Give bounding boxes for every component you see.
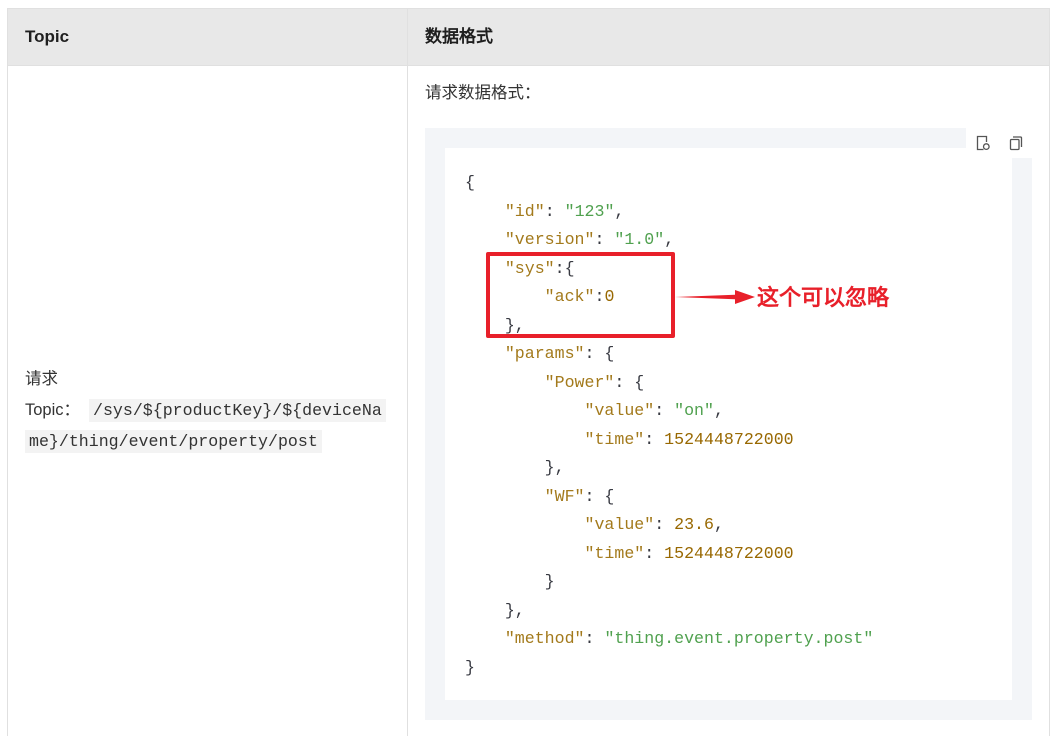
preview-button[interactable]	[966, 128, 999, 158]
code-line: "value": 23.6,	[465, 511, 873, 540]
code-toolbar	[966, 128, 1032, 158]
json-key: "id"	[504, 201, 545, 221]
code-punctuation: : {	[584, 486, 615, 506]
json-key: "value"	[584, 515, 655, 534]
code-line: "value": "on",	[465, 397, 873, 426]
request-format-label: 请求数据格式：	[425, 84, 541, 102]
code-punctuation: :	[594, 230, 615, 249]
preview-icon	[976, 135, 990, 151]
code-punctuation: ,	[713, 515, 724, 534]
json-string: "on"	[674, 401, 714, 420]
code-punctuation: },	[504, 600, 525, 620]
code-punctuation: :	[544, 201, 565, 221]
code-punctuation: :	[654, 515, 675, 534]
json-string: "123"	[564, 201, 615, 221]
code-line: "params": {	[465, 340, 873, 369]
json-number: 1524448722000	[664, 429, 794, 449]
code-punctuation: {	[465, 173, 475, 192]
json-key: "time"	[584, 429, 645, 449]
table-header-row	[8, 9, 1049, 66]
json-string: "1.0"	[614, 230, 665, 249]
code-punctuation: ,	[614, 201, 625, 221]
code-punctuation: : {	[614, 372, 645, 392]
topic-prefix: Topic：	[25, 400, 81, 419]
code-punctuation: : {	[584, 344, 615, 363]
code-line: "version": "1.0",	[465, 226, 873, 255]
json-code-block: { "id": "123", "version": "1.0", "sys":{…	[465, 169, 873, 682]
code-punctuation: ,	[713, 401, 724, 420]
json-key: "Power"	[544, 372, 615, 392]
code-line: },	[465, 454, 873, 483]
code-line: }	[465, 568, 873, 597]
code-punctuation: }	[465, 657, 475, 677]
json-key: "version"	[504, 230, 595, 249]
json-number: 23.6	[674, 515, 714, 534]
header-topic: Topic	[25, 27, 70, 46]
json-key: "value"	[584, 401, 655, 420]
code-line: "time": 1524448722000	[465, 540, 873, 569]
request-topic-cell: 请求 Topic：/sys/${productKey}/${deviceName…	[25, 364, 389, 458]
header-data-format: 数据格式	[425, 27, 493, 46]
code-punctuation: :	[584, 629, 605, 648]
code-punctuation: :	[644, 543, 665, 563]
request-label: 请求	[25, 370, 58, 388]
code-line: "time": 1524448722000	[465, 426, 873, 455]
code-line: "Power": {	[465, 369, 873, 398]
code-line: "id": "123",	[465, 198, 873, 227]
annotation-text: 这个可以忽略	[757, 285, 890, 310]
code-line: "method": "thing.event.property.post"	[465, 625, 873, 654]
code-line: },	[465, 597, 873, 626]
json-key: "params"	[504, 344, 585, 363]
annotation-arrow-icon	[675, 290, 755, 304]
json-key: "WF"	[544, 486, 585, 506]
code-line: {	[465, 169, 873, 198]
code-punctuation: ,	[664, 230, 675, 249]
annotation-highlight-box	[486, 252, 675, 338]
json-key: "method"	[504, 629, 585, 648]
column-divider	[407, 9, 408, 736]
code-punctuation: :	[654, 401, 675, 420]
json-number: 1524448722000	[664, 543, 794, 563]
copy-icon	[1009, 136, 1022, 151]
arrow-shape	[675, 290, 755, 304]
code-punctuation: :	[644, 429, 665, 449]
code-punctuation: },	[544, 458, 565, 477]
code-line: "WF": {	[465, 483, 873, 512]
code-line: }	[465, 654, 873, 683]
json-key: "time"	[584, 543, 645, 563]
json-string: "thing.event.property.post"	[604, 629, 874, 648]
code-punctuation: }	[544, 572, 555, 591]
copy-button[interactable]	[999, 128, 1032, 158]
